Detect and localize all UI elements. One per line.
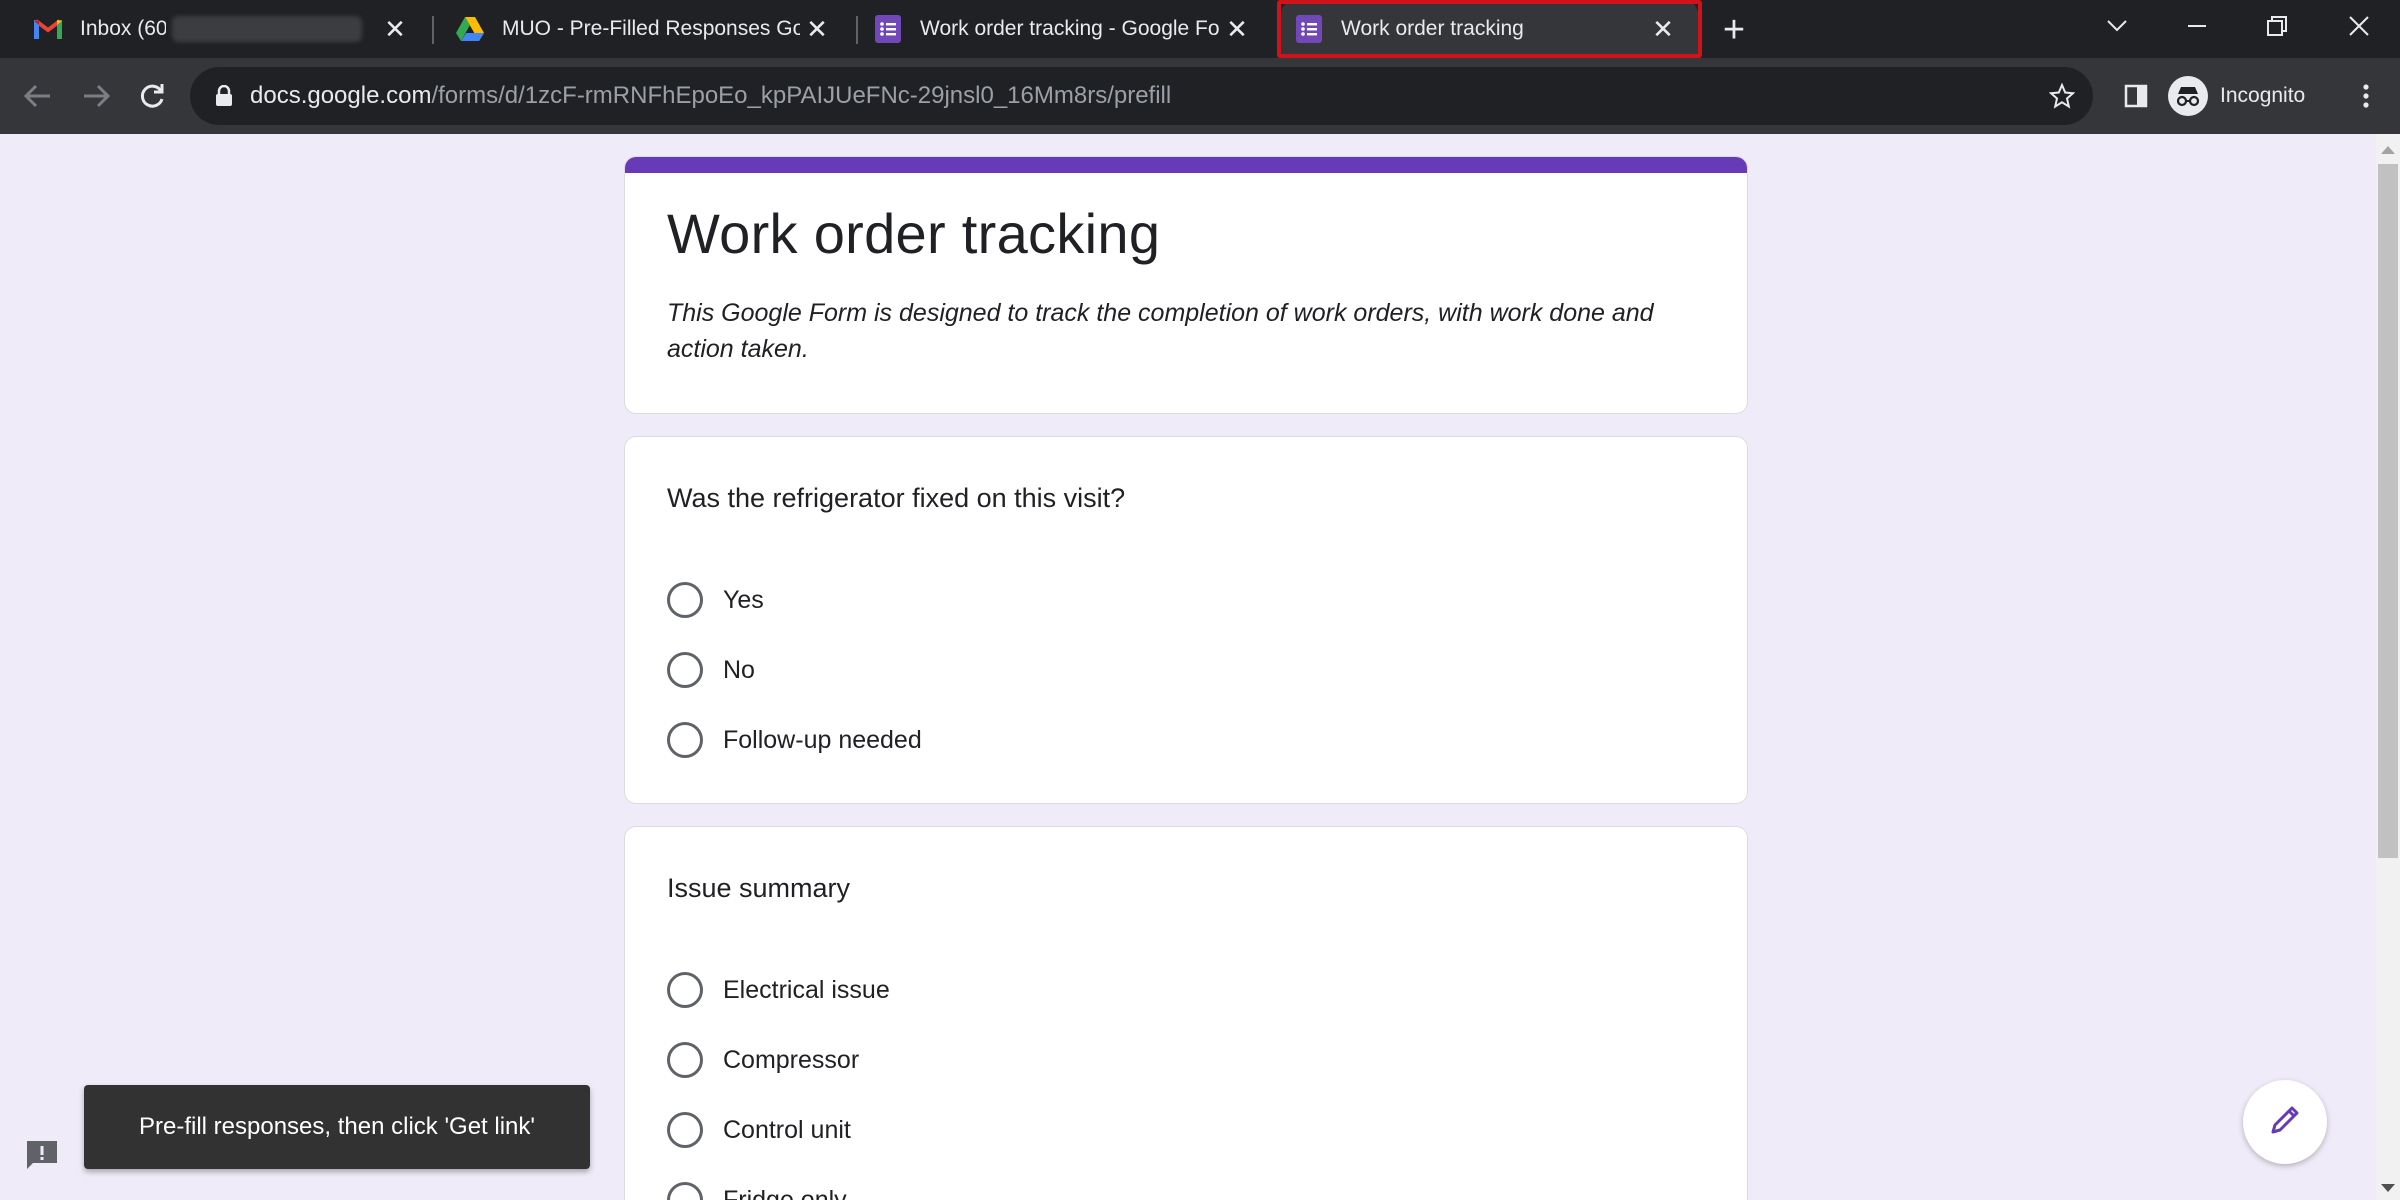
form-title: Work order tracking [667,202,1161,265]
tab-inbox[interactable]: Inbox (60) - ✕ [0,0,430,58]
minimize-icon[interactable] [2162,0,2232,52]
option-label: Follow-up needed [723,725,922,754]
pencil-icon [2267,1102,2303,1143]
prefill-toast: Pre-fill responses, then click 'Get link… [84,1085,590,1169]
google-drive-icon [456,15,484,43]
radio-option-electrical[interactable]: Electrical issue [667,955,890,1025]
radio-button[interactable] [667,652,703,688]
option-label: No [723,655,755,684]
option-label: Fridge only [723,1185,847,1200]
google-forms-icon [1295,15,1323,43]
close-window-icon[interactable] [2324,0,2394,52]
page-viewport: Work order tracking This Google Form is … [0,134,2376,1200]
profile-label: Incognito [2220,84,2306,107]
radio-button[interactable] [667,1112,703,1148]
radio-option-no[interactable]: No [667,635,922,705]
radio-button[interactable] [667,722,703,758]
close-tab-icon[interactable]: ✕ [1646,12,1680,46]
lock-icon[interactable] [212,84,236,108]
tab-search-chevron-icon[interactable] [2082,0,2152,52]
url-text: docs.google.com/forms/d/1zcF-rmRNFhEpoEo… [250,82,1171,110]
redacted-email [172,16,362,42]
question-title: Issue summary [667,873,851,903]
forward-arrow-icon[interactable] [76,76,116,116]
option-label: Electrical issue [723,975,890,1004]
browser-toolbar: docs.google.com/forms/d/1zcF-rmRNFhEpoEo… [0,58,2400,134]
question-card: Issue summary Electrical issue Compresso… [624,826,1748,1200]
form-description: This Google Form is designed to track th… [667,299,1654,363]
url-path: /forms/d/1zcF-rmRNFhEpoEo_kpPAIJUeFNc-29… [431,82,1172,109]
google-forms-icon [874,15,902,43]
reload-icon[interactable] [132,76,172,116]
tab-title: Work order tracking [1341,17,1524,40]
tab-work-order-tracking[interactable]: Work order tracking ✕ [1281,0,1698,58]
tab-form-editor[interactable]: Work order tracking - Google For ✕ [840,0,1272,58]
tab-title: Inbox (60) - [80,17,166,40]
restore-icon[interactable] [2242,0,2312,52]
close-tab-icon[interactable]: ✕ [1220,12,1254,46]
close-tab-icon[interactable]: ✕ [800,12,834,46]
gmail-icon [34,15,62,43]
address-bar[interactable]: docs.google.com/forms/d/1zcF-rmRNFhEpoEo… [190,67,2093,125]
url-host: docs.google.com [250,82,432,109]
tab-strip: Inbox (60) - ✕ MUO - Pre-Filled Response… [0,0,2400,58]
browser-menu-icon[interactable] [2346,76,2386,116]
form-accent-bar [625,157,1747,173]
radio-option-control-unit[interactable]: Control unit [667,1095,890,1165]
radio-group: Electrical issue Compressor Control unit… [667,955,890,1200]
scroll-up-arrow-icon[interactable] [2381,146,2395,154]
back-arrow-icon[interactable] [18,76,58,116]
radio-group: Yes No Follow-up needed [667,565,922,775]
tab-title: Work order tracking - Google For [920,17,1220,40]
tab-title: MUO - Pre-Filled Responses Goo [502,17,800,40]
option-label: Yes [723,585,764,614]
new-tab-button[interactable]: + [1714,9,1754,51]
radio-option-yes[interactable]: Yes [667,565,922,635]
report-feedback-icon[interactable] [24,1138,60,1172]
scrollbar-thumb[interactable] [2378,164,2398,858]
radio-option-compressor[interactable]: Compressor [667,1025,890,1095]
question-card: Was the refrigerator fixed on this visit… [624,436,1748,804]
radio-button[interactable] [667,1042,703,1078]
option-label: Control unit [723,1115,851,1144]
bookmark-star-icon[interactable] [2047,81,2077,111]
radio-option-fridge-only[interactable]: Fridge only [667,1165,890,1200]
incognito-icon [2168,76,2208,116]
radio-button[interactable] [667,582,703,618]
close-tab-icon[interactable]: ✕ [378,12,412,46]
tab-muo-prefilled[interactable]: MUO - Pre-Filled Responses Goo ✕ [422,0,852,58]
radio-option-follow-up[interactable]: Follow-up needed [667,705,922,775]
radio-button[interactable] [667,1182,703,1200]
form-header-card: Work order tracking This Google Form is … [624,156,1748,414]
radio-button[interactable] [667,972,703,1008]
question-title: Was the refrigerator fixed on this visit… [667,483,1126,513]
incognito-profile-button[interactable]: Incognito [2168,70,2305,122]
scroll-down-arrow-icon[interactable] [2381,1184,2395,1192]
option-label: Compressor [723,1045,860,1074]
side-panel-icon[interactable] [2116,76,2156,116]
edit-form-button[interactable] [2243,1080,2327,1164]
